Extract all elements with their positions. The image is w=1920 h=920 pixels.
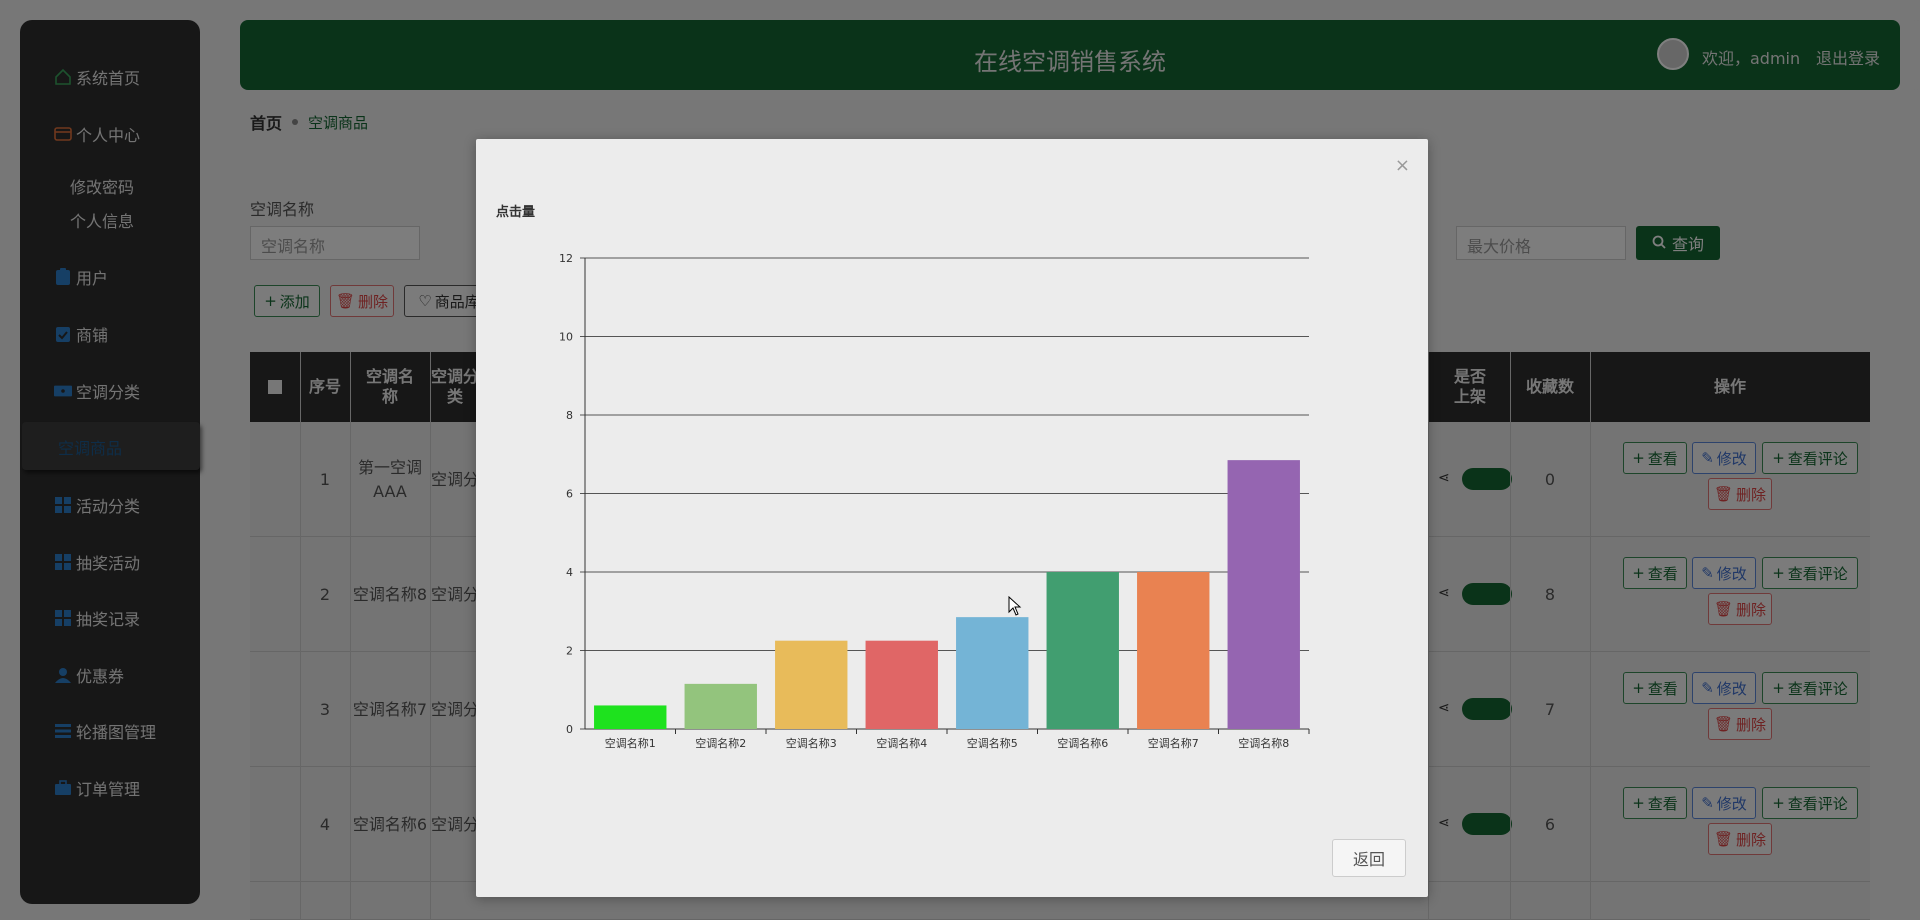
bar [684,683,757,729]
bar [1227,460,1300,729]
bar-chart: 0 2 4 6 8 10 12 空调名称1 空调名称2 空调名称3 空调名称4 空调名称5 空调名称6 空… [559,252,1310,750]
x-tick-label: 空调名称4 [876,736,927,750]
bar [775,640,848,729]
bar [956,617,1029,729]
x-tick-label: 空调名称7 [1148,736,1199,750]
y-tick-label: 2 [566,645,573,658]
bar [1046,572,1119,729]
x-tick-label: 空调名称6 [1057,736,1108,750]
x-tick-label: 空调名称5 [967,736,1018,750]
y-tick-label: 8 [566,409,573,422]
x-tick-label: 空调名称3 [786,736,837,750]
mouse-cursor-icon [1008,596,1022,616]
y-tick-label: 0 [566,723,573,736]
y-tick-label: 4 [566,566,573,579]
x-tick-label: 空调名称8 [1238,736,1289,750]
chart-modal: × 点击量 0 2 4 6 8 10 12 空调名称1 空调名称2 空调名称3 空调名称4 空调名称5… [476,139,1428,897]
y-tick-label: 12 [559,252,573,265]
return-button[interactable]: 返回 [1332,839,1406,877]
y-tick-label: 6 [566,488,573,501]
bar [594,705,667,729]
bar [1137,572,1210,729]
bar [865,640,938,729]
x-tick-label: 空调名称1 [605,736,656,750]
x-tick-label: 空调名称2 [695,736,746,750]
page-scrollbar[interactable] [1912,20,1920,90]
y-tick-label: 10 [559,331,573,344]
